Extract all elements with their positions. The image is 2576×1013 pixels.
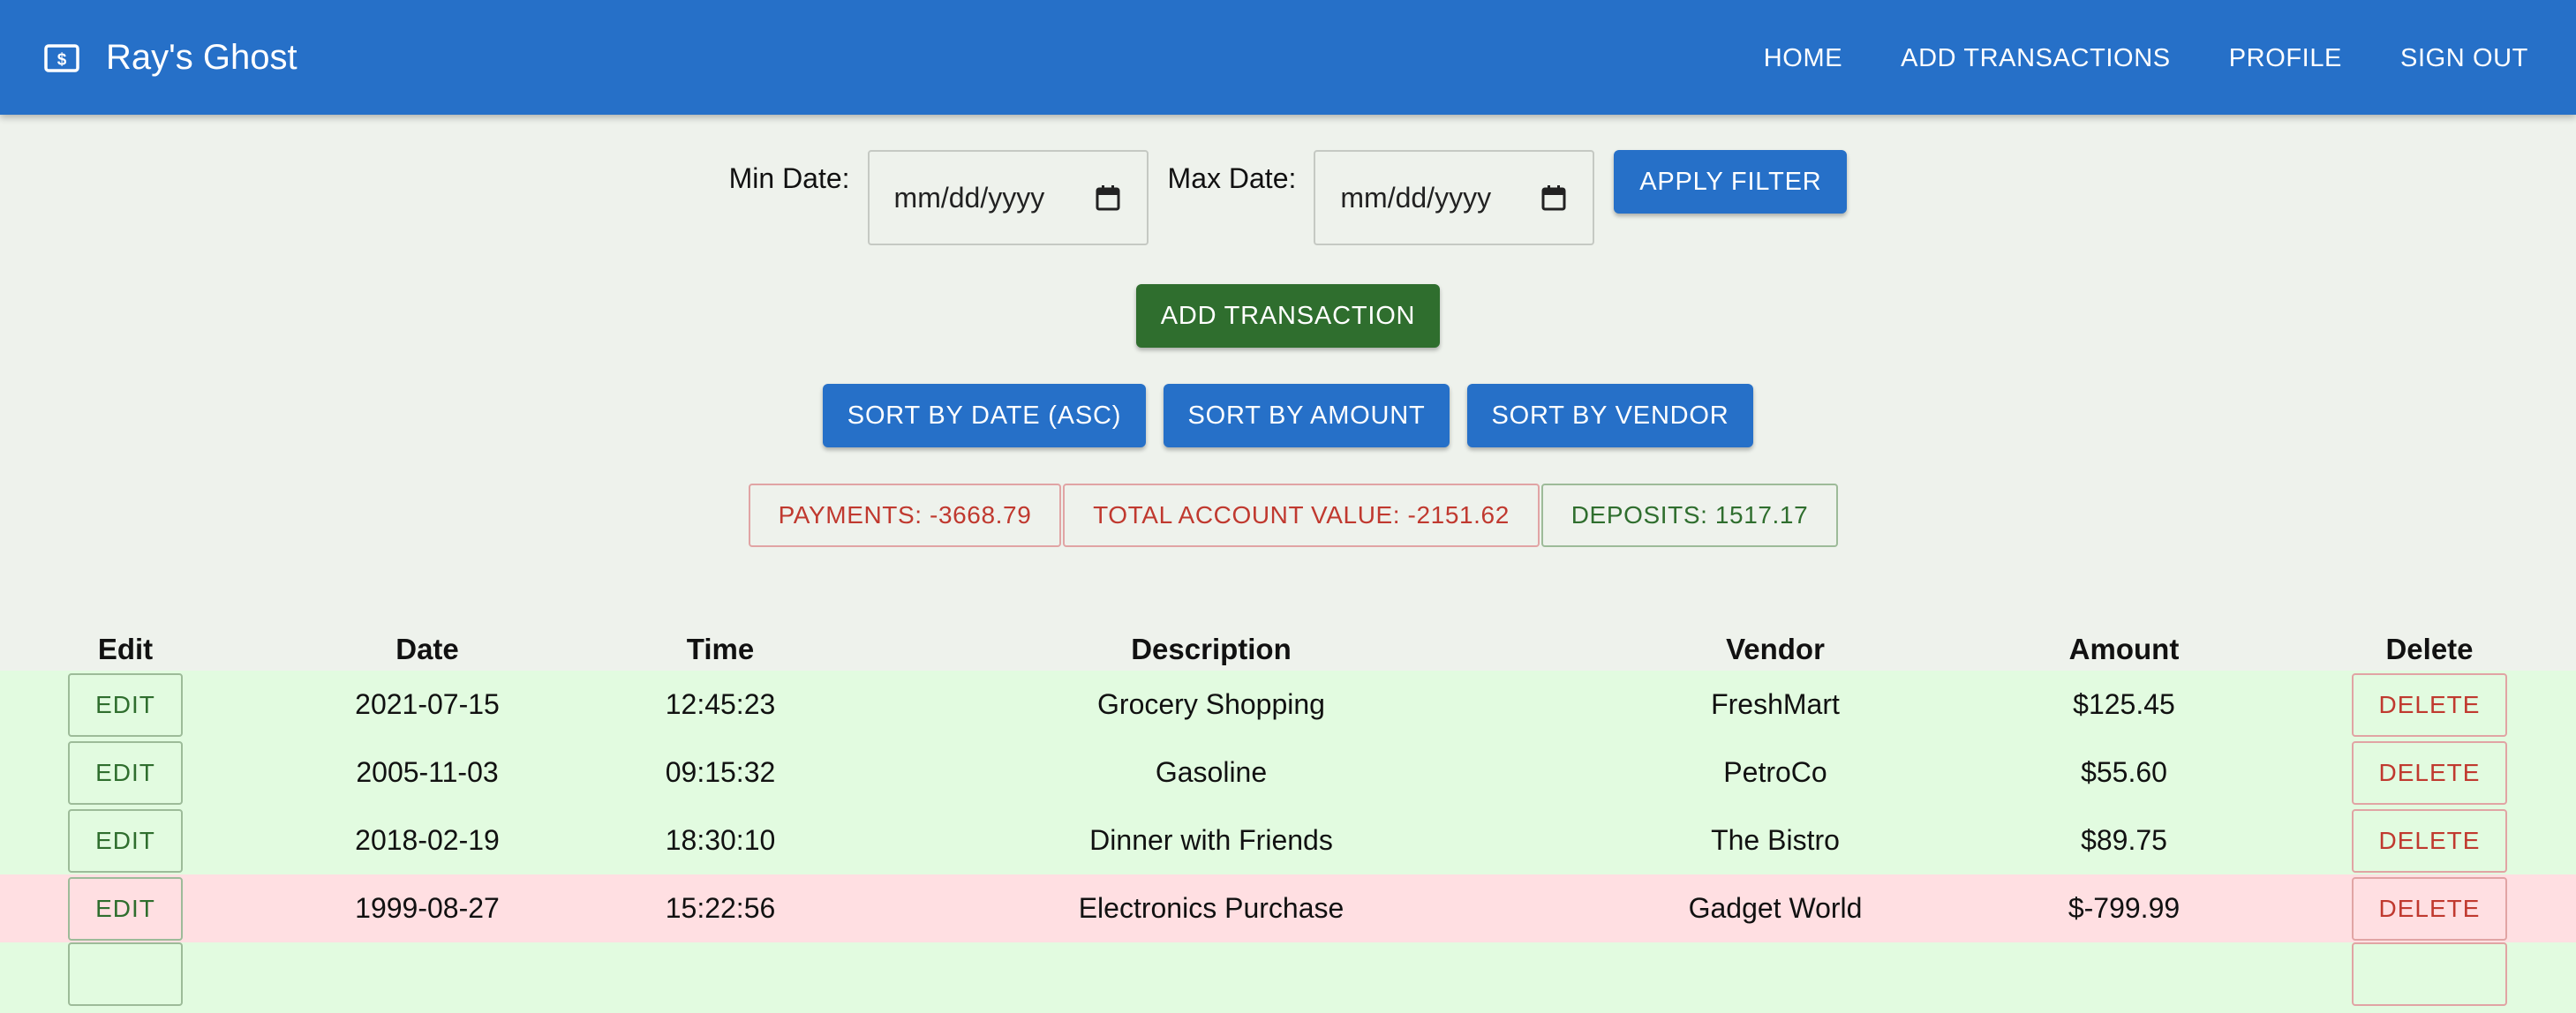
edit-button[interactable]: EDIT	[68, 672, 183, 737]
header-time: Time	[686, 633, 755, 665]
date-cell: 2021-07-15	[251, 671, 604, 739]
calendar-icon[interactable]	[1541, 184, 1566, 211]
vendor-cell: Gadget World	[1586, 874, 1965, 942]
description-cell: Electronics Purchase	[837, 874, 1586, 942]
add-transaction-button[interactable]: ADD TRANSACTION	[1136, 284, 1440, 348]
header-delete: Delete	[2385, 633, 2474, 665]
max-date-value: mm/dd/yyyy	[1340, 181, 1492, 214]
table-header-row: Edit Date Time Description Vendor Amount…	[0, 628, 2576, 671]
table-row: EDIT 2021-07-15 12:45:23 Grocery Shoppin…	[0, 671, 2576, 739]
payments-total: PAYMENTS: -3668.79	[749, 484, 1061, 547]
description-cell: Dinner with Friends	[837, 807, 1586, 874]
date-cell: 2005-11-03	[251, 739, 604, 807]
add-transaction-row: ADD TRANSACTION	[0, 284, 2576, 348]
svg-text:$: $	[57, 51, 67, 70]
time-cell: 18:30:10	[604, 807, 837, 874]
edit-button[interactable]: EDIT	[68, 740, 183, 805]
amount-cell: $55.60	[1965, 739, 2283, 807]
edit-button[interactable]: EDIT	[68, 808, 183, 873]
app-bar: $ Ray's Ghost HOME ADD TRANSACTIONS PROF…	[0, 0, 2576, 115]
nav-profile[interactable]: PROFILE	[2229, 41, 2342, 76]
app-title: Ray's Ghost	[106, 38, 298, 77]
table-row: EDIT 2005-11-03 09:15:32 Gasoline PetroC…	[0, 739, 2576, 807]
header-vendor: Vendor	[1726, 633, 1825, 665]
delete-button[interactable]	[2352, 942, 2507, 1006]
vendor-cell: FreshMart	[1586, 671, 1965, 739]
max-date-input[interactable]: mm/dd/yyyy	[1314, 150, 1595, 245]
min-date-label: Min Date:	[728, 162, 850, 194]
header-description: Description	[1131, 633, 1292, 665]
table-row	[0, 942, 2576, 1013]
time-cell: 12:45:23	[604, 671, 837, 739]
delete-button[interactable]: DELETE	[2352, 672, 2507, 737]
table-row: EDIT 2018-02-19 18:30:10 Dinner with Fri…	[0, 807, 2576, 874]
apply-filter-button[interactable]: APPLY FILTER	[1614, 150, 1848, 214]
delete-button[interactable]: DELETE	[2352, 740, 2507, 805]
transactions-table: Edit Date Time Description Vendor Amount…	[0, 628, 2576, 1013]
table-row: EDIT 1999-08-27 15:22:56 Electronics Pur…	[0, 874, 2576, 942]
edit-button[interactable]	[68, 942, 183, 1006]
date-cell: 2018-02-19	[251, 807, 604, 874]
time-cell: 09:15:32	[604, 739, 837, 807]
header-amount: Amount	[2068, 633, 2180, 665]
calendar-icon[interactable]	[1096, 184, 1120, 211]
sort-by-amount-button[interactable]: SORT BY AMOUNT	[1164, 384, 1450, 447]
vendor-cell: PetroCo	[1586, 739, 1965, 807]
min-date-value: mm/dd/yyyy	[893, 181, 1045, 214]
min-date-input[interactable]: mm/dd/yyyy	[867, 150, 1149, 245]
account-summary: PAYMENTS: -3668.79 TOTAL ACCOUNT VALUE: …	[749, 484, 1838, 547]
top-nav: HOME ADD TRANSACTIONS PROFILE SIGN OUT	[1764, 41, 2528, 76]
max-date-label: Max Date:	[1167, 162, 1297, 194]
sort-by-date-button[interactable]: SORT BY DATE (ASC)	[823, 384, 1146, 447]
amount-cell: $-799.99	[1965, 874, 2283, 942]
edit-button[interactable]: EDIT	[68, 876, 183, 941]
delete-button[interactable]: DELETE	[2352, 876, 2507, 941]
money-icon: $	[44, 44, 79, 72]
delete-button[interactable]: DELETE	[2352, 808, 2507, 873]
deposits-total: DEPOSITS: 1517.17	[1541, 484, 1838, 547]
time-cell: 15:22:56	[604, 874, 837, 942]
date-cell: 1999-08-27	[251, 874, 604, 942]
nav-home[interactable]: HOME	[1764, 41, 1842, 76]
vendor-cell: The Bistro	[1586, 807, 1965, 874]
description-cell: Grocery Shopping	[837, 671, 1586, 739]
sort-controls: SORT BY DATE (ASC) SORT BY AMOUNT SORT B…	[0, 384, 2576, 447]
header-edit: Edit	[97, 633, 154, 665]
description-cell: Gasoline	[837, 739, 1586, 807]
amount-cell: $89.75	[1965, 807, 2283, 874]
sort-by-vendor-button[interactable]: SORT BY VENDOR	[1467, 384, 1753, 447]
nav-sign-out[interactable]: SIGN OUT	[2400, 41, 2528, 76]
date-filter: Min Date: mm/dd/yyyy Max Date: mm/dd/yyy…	[0, 150, 2576, 245]
total-account-value: TOTAL ACCOUNT VALUE: -2151.62	[1063, 484, 1540, 547]
amount-cell: $125.45	[1965, 671, 2283, 739]
nav-add-transactions[interactable]: ADD TRANSACTIONS	[1901, 41, 2171, 76]
header-date: Date	[395, 633, 459, 665]
